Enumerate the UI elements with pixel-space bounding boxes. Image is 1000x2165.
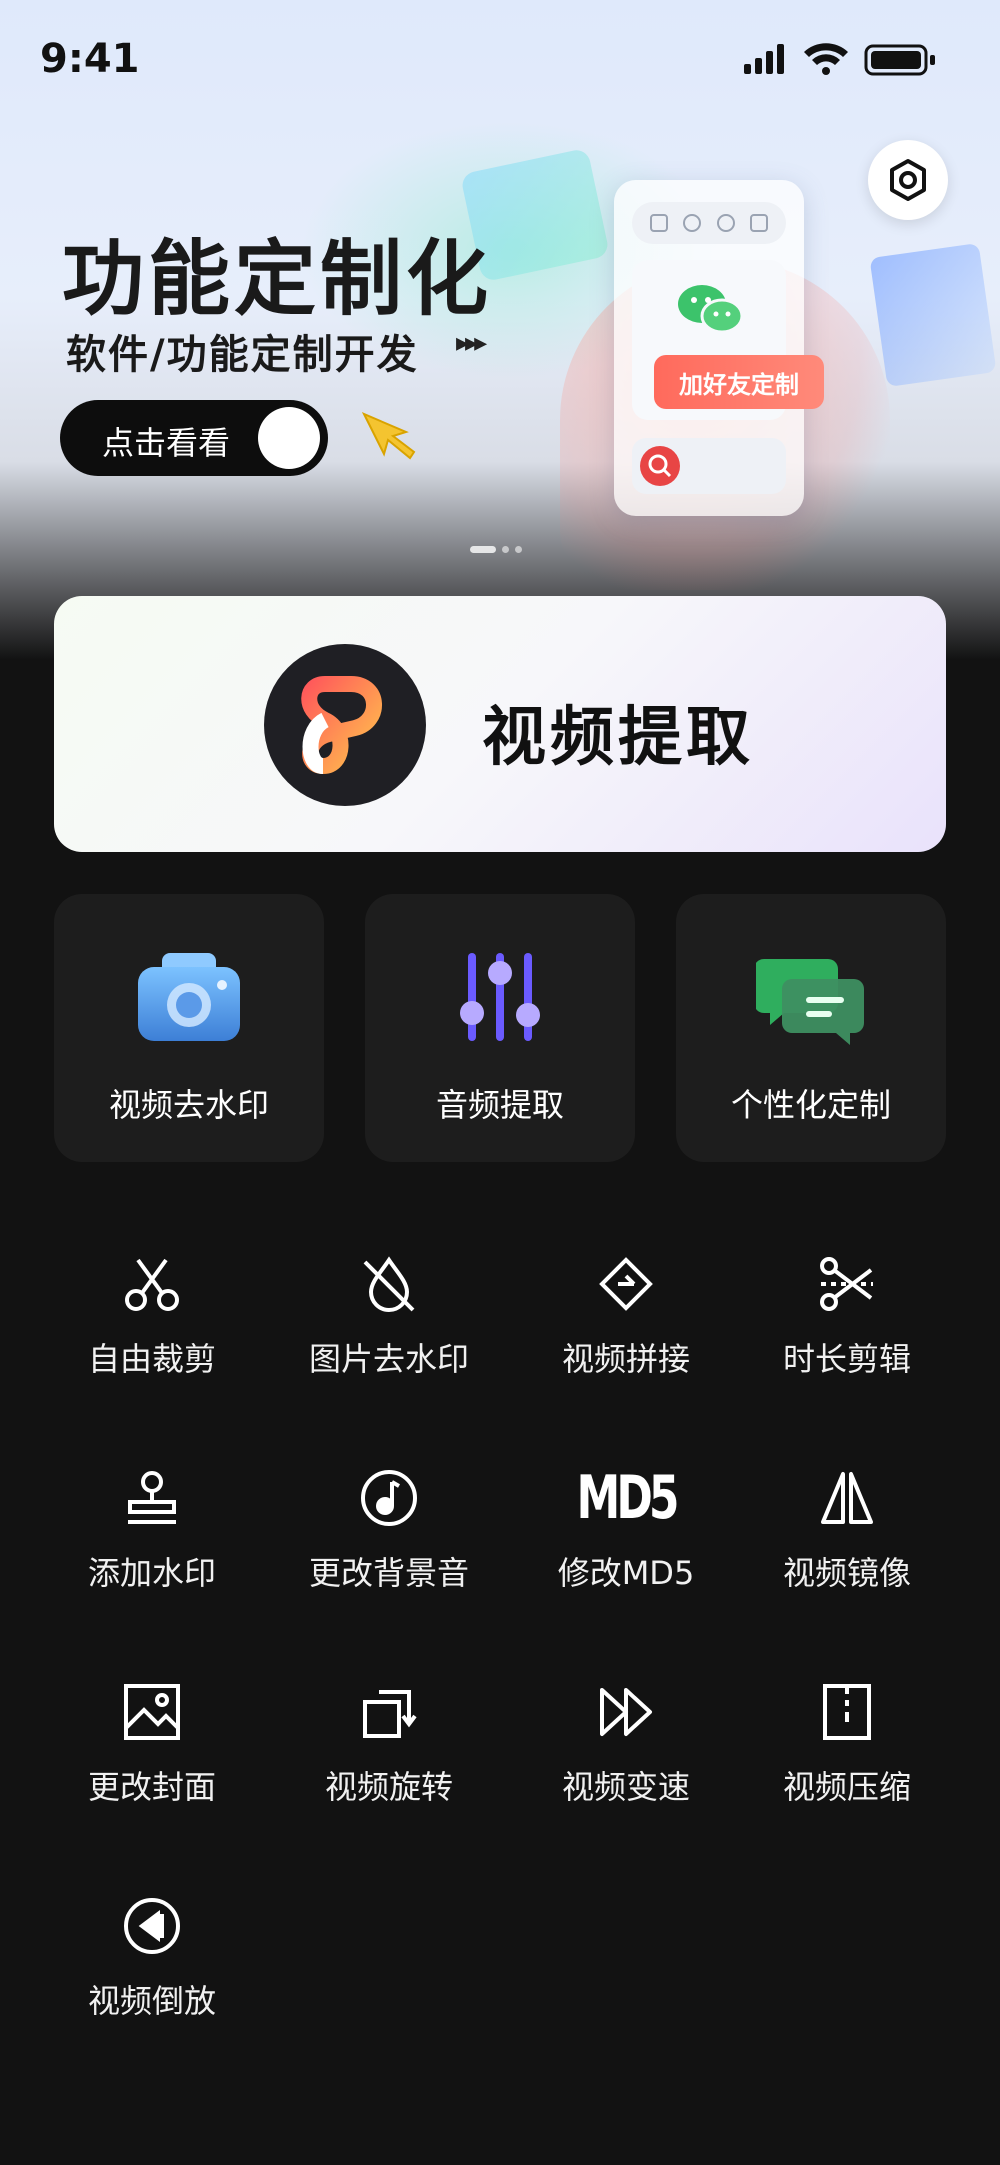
signal-icon [744,44,784,74]
tool-video-join[interactable]: 视频拼接 [521,1254,731,1434]
stamp-icon [122,1468,182,1528]
feature-audio-extract[interactable]: 音频提取 [365,894,635,1162]
video-extract-card[interactable]: 视频提取 [54,596,946,852]
md5-glyph: MD5 [576,1463,680,1533]
wifi-icon [804,43,848,75]
tool-change-bgm[interactable]: 更改背景音 [284,1468,494,1648]
diamond-join-icon [596,1254,656,1314]
zip-icon [817,1682,877,1742]
status-icons [744,43,935,76]
scissors-icon [122,1254,182,1314]
tool-video-reverse[interactable]: 视频倒放 [47,1896,257,2076]
tool-duration-edit[interactable]: 时长剪辑 [742,1254,952,1434]
banner-title: 功能定制化 [62,232,493,327]
tool-change-cover[interactable]: 更改封面 [47,1682,257,1862]
chat-bubbles-icon [751,942,871,1052]
equalizer-icon [440,942,560,1052]
tool-free-crop[interactable]: 自由裁剪 [47,1254,257,1434]
music-note-circle-icon [359,1468,419,1528]
video-extract-title: 视频提取 [482,701,754,775]
camera-icon [129,942,249,1052]
tool-label: 添加水印 [87,1554,216,1592]
phone-toolbar [632,202,786,244]
tool-image-watermark-remove[interactable]: 图片去水印 [284,1254,494,1434]
tool-label: 图片去水印 [308,1340,469,1378]
add-friend-tag: 加好友定制 [654,355,824,409]
feature-label: 视频去水印 [108,1086,269,1124]
tool-label: 视频倒放 [87,1982,216,2020]
view-toggle[interactable]: 点击看看 [60,400,328,476]
image-icon [122,1682,182,1742]
tool-label: 修改MD5 [557,1554,695,1592]
tool-label: 视频镜像 [782,1554,911,1592]
search-icon [640,446,680,486]
tool-label: 视频旋转 [324,1768,453,1806]
tool-add-watermark[interactable]: 添加水印 [47,1468,257,1648]
tool-modify-md5[interactable]: MD5 修改MD5 [521,1464,731,1648]
settings-button[interactable] [868,140,948,220]
hexagon-settings-icon [890,159,926,201]
phone-search [632,438,786,494]
toggle-knob[interactable] [258,407,320,469]
tool-video-compress[interactable]: 视频压缩 [742,1682,952,1862]
tool-video-mirror[interactable]: 视频镜像 [742,1468,952,1648]
tool-label: 更改背景音 [308,1554,469,1592]
d-logo-icon [264,644,426,806]
wechat-icon [678,285,744,334]
tool-label: 时长剪辑 [782,1340,911,1378]
status-time: 9:41 [40,36,140,82]
rewind-circle-icon [122,1896,182,1956]
tool-video-speed[interactable]: 视频变速 [521,1682,731,1862]
feature-label: 音频提取 [435,1086,564,1124]
tool-label: 视频变速 [561,1768,690,1806]
tool-label: 视频压缩 [782,1768,911,1806]
cursor-icon [361,412,416,460]
toggle-label: 点击看看 [102,424,231,462]
decorative-window [869,242,997,388]
fast-forward-icon [596,1682,656,1742]
feature-label: 个性化定制 [730,1086,891,1124]
tool-label: 自由裁剪 [87,1340,216,1378]
tool-label: 更改封面 [87,1768,216,1806]
carousel-indicator [470,546,522,553]
md5-icon: MD5 [577,1464,680,1533]
arrows-icon: ▸▸▸ [456,328,487,358]
feature-video-watermark-remove[interactable]: 视频去水印 [54,894,324,1162]
mirror-icon [817,1468,877,1528]
banner-subtitle: 软件/功能定制开发 [66,332,419,378]
dashed-scissors-icon [817,1254,877,1314]
tool-video-rotate[interactable]: 视频旋转 [284,1682,494,1862]
battery-icon [864,44,935,76]
rotate-icon [359,1682,419,1742]
tool-label: 视频拼接 [561,1340,690,1378]
feature-custom[interactable]: 个性化定制 [676,894,946,1162]
no-drop-icon [359,1254,419,1314]
phone-illustration: 加好友定制 [614,180,824,516]
